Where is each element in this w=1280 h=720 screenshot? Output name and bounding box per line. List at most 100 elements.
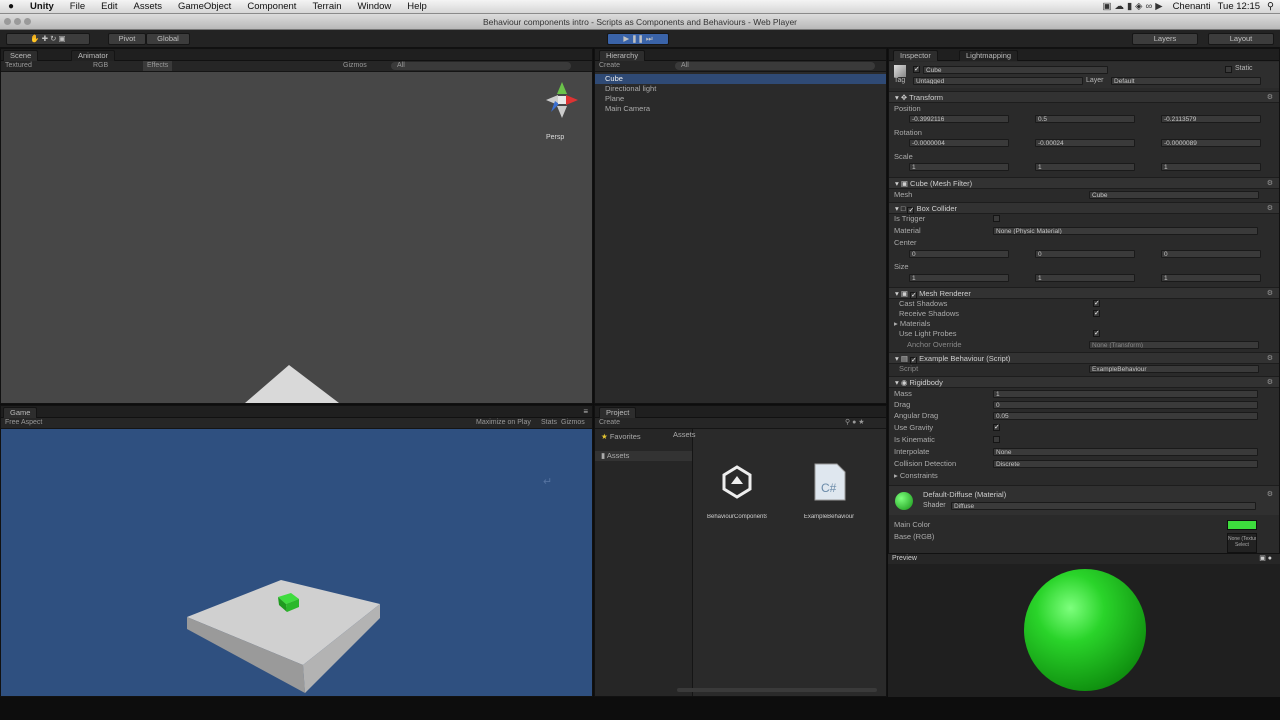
- hierarchy-item[interactable]: Main Camera: [595, 104, 886, 114]
- size-x-field[interactable]: 1: [909, 274, 1009, 282]
- rotation-x-field[interactable]: -0.0000004: [909, 139, 1009, 147]
- game-viewport[interactable]: ↵: [1, 429, 592, 696]
- scale-y-field[interactable]: 1: [1035, 163, 1135, 171]
- gear-icon[interactable]: ⚙: [1267, 92, 1273, 103]
- filter-icons[interactable]: ⚲ ● ★: [845, 418, 865, 428]
- menu-window[interactable]: Window: [350, 1, 400, 12]
- asset-tile[interactable]: BehaviourComponents: [707, 462, 767, 532]
- tab-lightmapping[interactable]: Lightmapping: [959, 50, 1019, 61]
- layout-dropdown[interactable]: Layout: [1208, 33, 1274, 45]
- rigidbody-header[interactable]: ▾ ◉ Rigidbody ⚙: [889, 376, 1279, 388]
- status-icons[interactable]: ▣☁▮◈∞▶: [1102, 1, 1165, 12]
- apple-icon[interactable]: ●: [0, 1, 22, 12]
- tag-dropdown[interactable]: Untagged: [913, 77, 1083, 85]
- mesh-field[interactable]: Cube: [1089, 191, 1259, 199]
- position-y-field[interactable]: 0.5: [1035, 115, 1135, 123]
- rotation-y-field[interactable]: -0.00024: [1035, 139, 1135, 147]
- scene-gizmos-dropdown[interactable]: Gizmos: [343, 61, 367, 71]
- menu-file[interactable]: File: [62, 1, 93, 12]
- gear-icon[interactable]: ⚙: [1267, 377, 1273, 388]
- gear-icon[interactable]: ⚙: [1267, 203, 1273, 214]
- scene-search-input[interactable]: All: [391, 62, 571, 70]
- texture-slot[interactable]: None (Texture)Select: [1227, 533, 1257, 553]
- meshrenderer-enabled-checkbox[interactable]: ✓: [910, 292, 918, 299]
- gear-icon[interactable]: ⚙: [1267, 288, 1273, 299]
- collision-dropdown[interactable]: Discrete: [993, 460, 1258, 468]
- gear-icon[interactable]: ⚙: [1267, 490, 1273, 498]
- spotlight-icon[interactable]: ⚲: [1267, 1, 1274, 12]
- zoom-slider[interactable]: [677, 688, 877, 692]
- center-x-field[interactable]: 0: [909, 250, 1009, 258]
- position-z-field[interactable]: -0.2113579: [1161, 115, 1261, 123]
- script-enabled-checkbox[interactable]: ✓: [910, 357, 918, 364]
- main-color-swatch[interactable]: [1227, 520, 1257, 530]
- tab-project[interactable]: Project: [599, 407, 637, 418]
- tab-hierarchy[interactable]: Hierarchy: [599, 50, 646, 61]
- menubar-user[interactable]: Chenanti: [1173, 1, 1211, 12]
- global-toggle[interactable]: Global: [146, 33, 190, 45]
- drag-field[interactable]: 0: [993, 401, 1258, 409]
- play-controls[interactable]: ▶ ❚❚ ⏭: [607, 33, 669, 45]
- hierarchy-item[interactable]: Directional light: [595, 84, 886, 94]
- menu-terrain[interactable]: Terrain: [304, 1, 349, 12]
- static-checkbox[interactable]: [1225, 66, 1232, 73]
- trigger-checkbox[interactable]: [993, 215, 1000, 222]
- hierarchy-create-dropdown[interactable]: Create: [599, 62, 620, 69]
- menu-assets[interactable]: Assets: [125, 1, 170, 12]
- center-z-field[interactable]: 0: [1161, 250, 1261, 258]
- menu-gameobject[interactable]: GameObject: [170, 1, 239, 12]
- tab-animator[interactable]: Animator: [71, 50, 116, 61]
- gear-icon[interactable]: ⚙: [1267, 178, 1273, 189]
- active-checkbox[interactable]: ✓: [913, 66, 920, 73]
- interpolate-dropdown[interactable]: None: [993, 448, 1258, 456]
- hierarchy-item[interactable]: Plane: [595, 94, 886, 104]
- close-icon[interactable]: [4, 18, 11, 25]
- tab-game[interactable]: Game: [3, 407, 38, 418]
- meshfilter-header[interactable]: ▾ ▣ Cube (Mesh Filter) ⚙: [889, 177, 1279, 189]
- anchor-field[interactable]: None (Transform): [1089, 341, 1259, 349]
- stats-toggle[interactable]: Stats: [541, 418, 557, 428]
- assets-breadcrumb[interactable]: Assets: [673, 430, 886, 440]
- menu-help[interactable]: Help: [399, 1, 435, 12]
- gear-icon[interactable]: ⚙: [1267, 353, 1273, 364]
- transform-header[interactable]: ▾ ✥ Transform ⚙: [889, 91, 1279, 103]
- physic-material-field[interactable]: None (Physic Material): [993, 227, 1258, 235]
- meshrenderer-header[interactable]: ▾ ▣ ✓ Mesh Renderer ⚙: [889, 287, 1279, 299]
- receive-shadows-checkbox[interactable]: ✓: [1093, 310, 1100, 317]
- project-create-dropdown[interactable]: Create: [599, 419, 620, 426]
- menubar-clock[interactable]: Tue 12:15: [1218, 1, 1260, 12]
- light-probes-checkbox[interactable]: ✓: [1093, 330, 1100, 337]
- scale-z-field[interactable]: 1: [1161, 163, 1261, 171]
- hierarchy-search-input[interactable]: All: [675, 62, 875, 70]
- texture-select-button[interactable]: Select: [1228, 542, 1256, 548]
- rgb-dropdown[interactable]: RGB: [93, 61, 108, 71]
- preview-header[interactable]: Preview ▣ ●: [888, 553, 1280, 564]
- aspect-dropdown[interactable]: Free Aspect: [5, 419, 42, 426]
- shader-dropdown[interactable]: Diffuse: [951, 502, 1256, 510]
- layer-dropdown[interactable]: Default: [1111, 77, 1261, 85]
- mass-field[interactable]: 1: [993, 390, 1258, 398]
- tab-scene[interactable]: Scene: [3, 50, 39, 61]
- assets-folder-item[interactable]: ▮ Assets: [595, 451, 692, 461]
- preview-options-icon[interactable]: ▣ ●: [1259, 554, 1272, 564]
- menu-edit[interactable]: Edit: [93, 1, 125, 12]
- pivot-toggle[interactable]: Pivot: [108, 33, 146, 45]
- cast-shadows-checkbox[interactable]: ✓: [1093, 300, 1100, 307]
- rotation-z-field[interactable]: -0.0000089: [1161, 139, 1261, 147]
- size-y-field[interactable]: 1: [1035, 274, 1135, 282]
- scale-x-field[interactable]: 1: [909, 163, 1009, 171]
- angular-drag-field[interactable]: 0.05: [993, 412, 1258, 420]
- panel-menu-icon[interactable]: ≡: [583, 407, 588, 416]
- materials-foldout[interactable]: ▸ Materials: [889, 319, 1279, 329]
- tab-inspector[interactable]: Inspector: [893, 50, 938, 61]
- hierarchy-item[interactable]: Cube: [595, 74, 886, 84]
- gravity-checkbox[interactable]: ✓: [993, 424, 1000, 431]
- maximize-toggle[interactable]: Maximize on Play: [476, 418, 531, 428]
- zoom-icon[interactable]: [24, 18, 31, 25]
- boxcollider-enabled-checkbox[interactable]: ✓: [907, 207, 915, 214]
- boxcollider-header[interactable]: ▾ □ ✓ Box Collider ⚙: [889, 202, 1279, 214]
- window-controls[interactable]: [4, 18, 31, 25]
- script-field[interactable]: ExampleBehaviour: [1089, 365, 1259, 373]
- kinematic-checkbox[interactable]: [993, 436, 1000, 443]
- effects-dropdown[interactable]: Effects: [143, 61, 173, 71]
